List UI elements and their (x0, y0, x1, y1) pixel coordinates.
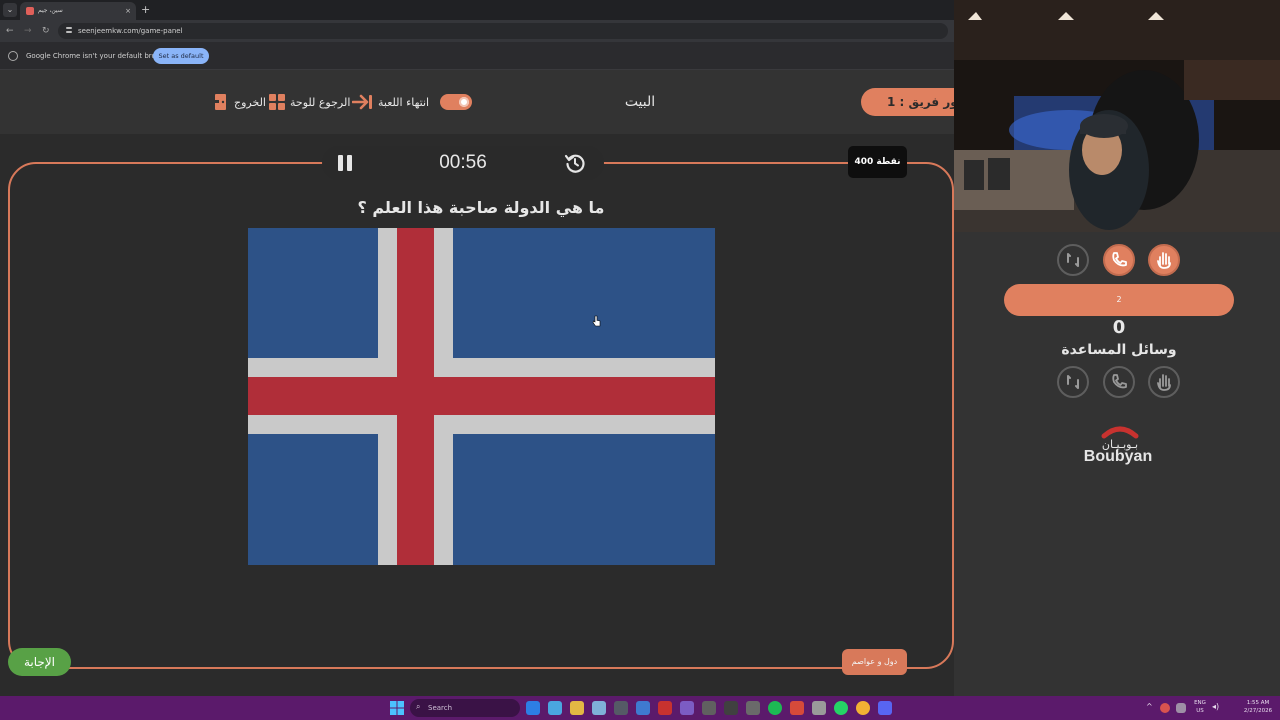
clock-time: 1:55 AM (1246, 700, 1270, 706)
forward-arrow-icon[interactable]: → (24, 24, 32, 38)
exit-door-icon (213, 94, 226, 110)
streamer-webcam-image (954, 0, 1280, 232)
site-info-icon[interactable] (65, 26, 73, 36)
app-icon-4[interactable] (658, 701, 672, 715)
end-game-label: انتهاء اللعبة (378, 95, 430, 109)
end-game-arrow-icon (352, 94, 372, 110)
team2-helper-hand-button[interactable] (1148, 366, 1180, 398)
address-bar[interactable]: seenjeemkw.com/game-panel (58, 23, 948, 39)
chrome-icon (8, 51, 18, 61)
windows-start-icon[interactable] (390, 701, 404, 715)
browser-navigation-bar: ← → ↻ seenjeemkw.com/game-panel (0, 20, 954, 42)
tray-chevron-icon[interactable]: ^ (1146, 702, 1153, 711)
two-answers-icon (1067, 253, 1079, 267)
app-icon-2[interactable] (614, 701, 628, 715)
team1-helper-hand-button[interactable] (1148, 244, 1180, 276)
site-favicon-icon (26, 7, 34, 15)
flag-red-horizontal (248, 377, 715, 415)
clock[interactable]: 1:55 AM 2/27/2026 (1240, 699, 1276, 715)
game-panel: الخروج الرجوع للوحة انتهاء اللعبة البيت … (0, 70, 954, 696)
volume-icon[interactable]: ◂) (1212, 702, 1219, 711)
discord-icon[interactable] (878, 701, 892, 715)
team2-helper-call-button[interactable] (1103, 366, 1135, 398)
app-icon-1[interactable] (592, 701, 606, 715)
tab-close-icon[interactable]: × (125, 5, 131, 17)
pause-button[interactable] (338, 155, 352, 171)
app-icon-5[interactable] (680, 701, 694, 715)
answer-button[interactable]: الإجابة (8, 648, 71, 676)
file-explorer-icon[interactable] (570, 701, 584, 715)
home-title: البيت (624, 94, 656, 110)
category-tag: دول و عواصم (842, 649, 907, 675)
calculator-icon[interactable] (702, 701, 716, 715)
points-badge: 400 نقطة (848, 146, 907, 178)
language-indicator[interactable]: ENG US (1192, 699, 1208, 715)
end-game-toggle[interactable] (440, 94, 472, 110)
timer-display: 00:56 (439, 152, 487, 173)
back-to-board-label: الرجوع للوحة (290, 95, 351, 109)
app-icon-9[interactable] (812, 701, 826, 715)
back-to-board-button[interactable]: الرجوع للوحة (268, 92, 350, 112)
team2-name-bar: 2 (1004, 284, 1234, 316)
app-icon-7[interactable] (746, 701, 760, 715)
phone-icon (1112, 374, 1127, 389)
game-header: الخروج الرجوع للوحة انتهاء اللعبة البيت … (0, 70, 954, 134)
tab-title: سين، جيم (38, 7, 63, 14)
board-grid-icon (269, 94, 285, 110)
browser-tab-strip: ⌄ سين، جيم × + (0, 0, 954, 20)
default-browser-message: Google Chrome isn't your default browser (26, 52, 173, 60)
phone-icon (1112, 252, 1127, 267)
edge-icon[interactable] (526, 701, 540, 715)
sponsor-name: Boubyan (1083, 448, 1153, 465)
app-icon-3[interactable] (636, 701, 650, 715)
toggle-knob (459, 97, 469, 107)
team2-helper-swap-button[interactable] (1057, 366, 1089, 398)
back-arrow-icon[interactable]: ← (6, 24, 14, 38)
hand-icon (1157, 252, 1171, 269)
question-text: ما هي الدولة صاحبة هذا العلم ؟ (357, 198, 605, 217)
set-default-button[interactable]: Set as default (153, 48, 209, 64)
taskbar-search-placeholder: Search (428, 704, 453, 712)
team1-helper-swap-button[interactable] (1057, 244, 1089, 276)
hand-cursor-icon (592, 315, 601, 327)
app-icon-6[interactable] (724, 701, 738, 715)
chrome-taskbar-icon[interactable] (856, 701, 870, 715)
webcam-overlay (954, 0, 1280, 232)
new-tab-button[interactable]: + (141, 3, 150, 17)
tray-mic-icon[interactable] (1176, 703, 1186, 713)
windows-taskbar: ⌕ Search ^ ENG US ◂) 1:55 AM 2/27/2026 (0, 696, 1280, 720)
taskbar-search[interactable]: ⌕ Search (410, 699, 520, 717)
browser-icon[interactable] (548, 701, 562, 715)
spotify-icon[interactable] (768, 701, 782, 715)
exit-label: الخروج (234, 95, 266, 109)
team-turn-indicator: دور فريق : 1 (861, 88, 954, 116)
clock-date: 2/27/2026 (1243, 708, 1273, 714)
timer-bar: 00:56 (322, 146, 604, 180)
tray-app-icon[interactable] (1160, 703, 1170, 713)
team2-score: 0 (1112, 317, 1126, 338)
flag-image (248, 228, 715, 565)
language-region: US (1196, 708, 1204, 714)
exit-button[interactable]: الخروج (212, 92, 266, 112)
language-code: ENG (1194, 700, 1206, 706)
default-browser-infobar: Google Chrome isn't your default browser… (0, 42, 954, 70)
reload-icon[interactable]: ↻ (42, 24, 50, 38)
whatsapp-icon[interactable] (834, 701, 848, 715)
helpers-title: وسائل المساعدة (1061, 342, 1177, 358)
tab-search-button[interactable]: ⌄ (3, 3, 17, 17)
url-text: seenjeemkw.com/game-panel (78, 27, 183, 35)
app-icon-8[interactable] (790, 701, 804, 715)
reset-timer-icon[interactable] (564, 152, 586, 174)
search-icon: ⌕ (416, 702, 421, 711)
end-game-button[interactable]: انتهاء اللعبة (352, 92, 429, 112)
two-answers-icon (1067, 375, 1079, 389)
browser-tab[interactable]: سين، جيم × (20, 2, 136, 20)
hand-icon (1157, 374, 1171, 391)
team1-helper-call-button[interactable] (1103, 244, 1135, 276)
